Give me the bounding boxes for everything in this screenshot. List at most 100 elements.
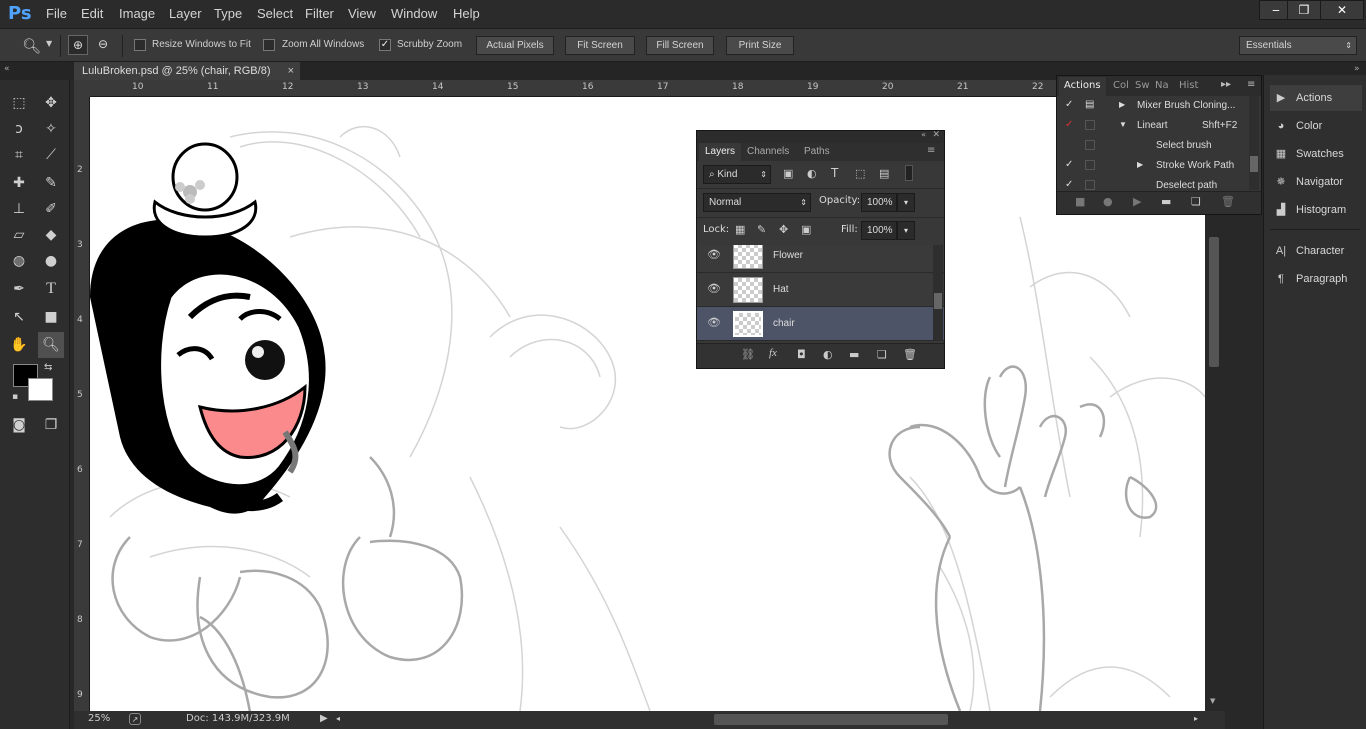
tab-color[interactable]: Col <box>1113 80 1129 91</box>
tab-paths[interactable]: Paths <box>804 146 830 157</box>
collapse-panel-icon[interactable]: « <box>921 130 926 139</box>
zoom-level[interactable]: 25% <box>88 713 110 724</box>
history-brush-tool-icon[interactable]: ✐ <box>38 196 64 222</box>
fill-screen-button[interactable]: Fill Screen <box>646 36 714 55</box>
visibility-eye-icon[interactable]: 👁︎ <box>707 282 721 295</box>
scroll-down-icon[interactable]: ▼ <box>1210 697 1215 705</box>
visibility-eye-icon[interactable]: 👁︎ <box>707 316 721 329</box>
collapse-dock-icon[interactable]: » <box>1354 64 1360 74</box>
toggle-check-icon[interactable]: ✓ <box>1065 99 1073 110</box>
menu-filter[interactable]: Filter <box>305 6 334 21</box>
new-layer-icon[interactable]: ❏ <box>877 348 887 361</box>
crop-tool-icon[interactable]: ⌗ <box>6 142 32 168</box>
dialog-toggle-icon[interactable] <box>1085 180 1095 190</box>
brush-tool-icon[interactable]: ✎ <box>38 170 64 196</box>
actual-pixels-button[interactable]: Actual Pixels <box>476 36 554 55</box>
shape-filter-icon[interactable]: ⬚ <box>855 167 865 180</box>
stop-icon[interactable]: ■ <box>1075 195 1085 208</box>
action-row[interactable]: ✓ ▤ ▶ Mixer Brush Cloning... <box>1057 96 1261 116</box>
actions-scroll-thumb[interactable] <box>1250 156 1258 172</box>
rectangle-tool-icon[interactable]: ■ <box>38 304 64 330</box>
lock-position-icon[interactable]: ✥ <box>779 223 788 236</box>
close-document-icon[interactable]: × <box>288 62 294 80</box>
action-row[interactable]: ✓ ▶ Stroke Work Path <box>1057 156 1261 176</box>
document-tab[interactable]: LuluBroken.psd @ 25% (chair, RGB/8) × <box>74 62 300 80</box>
expand-triangle-icon[interactable]: ▶ <box>1137 160 1143 169</box>
dock-color[interactable]: ◕ Color <box>1270 113 1362 139</box>
type-tool-icon[interactable]: T <box>38 276 64 302</box>
lock-pixels-icon[interactable]: ✎ <box>757 223 766 236</box>
new-action-icon[interactable]: ❏ <box>1191 195 1201 208</box>
more-tabs-icon[interactable]: ▸▸ <box>1221 79 1231 90</box>
tab-swatches[interactable]: Sw <box>1135 80 1150 91</box>
new-set-icon[interactable]: ▬ <box>1161 195 1171 208</box>
dock-character[interactable]: A| Character <box>1270 238 1362 264</box>
type-filter-icon[interactable]: T <box>831 166 838 180</box>
dialog-toggle-icon[interactable] <box>1085 160 1095 170</box>
restore-button[interactable]: ❐ <box>1287 0 1321 20</box>
screen-mode-icon[interactable]: ❐ <box>38 412 64 438</box>
layers-scrollbar[interactable] <box>933 245 943 341</box>
kind-filter-select[interactable]: ⌕ Kind ⇕ <box>703 165 771 184</box>
fit-screen-button[interactable]: Fit Screen <box>565 36 635 55</box>
menu-type[interactable]: Type <box>214 6 242 21</box>
menu-edit[interactable]: Edit <box>81 6 103 21</box>
vertical-scroll-thumb[interactable] <box>1209 237 1219 367</box>
default-colors-icon[interactable]: ▪ <box>12 392 18 402</box>
scrubby-zoom-checkbox[interactable]: ✓ <box>379 39 391 51</box>
menu-image[interactable]: Image <box>119 6 155 21</box>
tab-actions[interactable]: Actions <box>1059 77 1106 96</box>
move-tool-icon[interactable]: ✥ <box>38 90 64 116</box>
tab-channels[interactable]: Channels <box>747 146 789 157</box>
smart-object-filter-icon[interactable]: ▤ <box>879 167 889 180</box>
new-group-icon[interactable]: ▬ <box>849 348 859 361</box>
lock-transparency-icon[interactable]: ▦ <box>735 223 745 236</box>
close-window-button[interactable]: ✕ <box>1320 0 1364 20</box>
dock-navigator[interactable]: ✵ Navigator <box>1270 169 1362 195</box>
expand-triangle-icon[interactable]: ▶ <box>1119 100 1125 109</box>
layers-scroll-thumb[interactable] <box>934 293 942 309</box>
layer-row[interactable]: 👁︎ Hat <box>697 273 944 307</box>
eyedropper-tool-icon[interactable]: ⟋ <box>38 142 64 168</box>
tool-preset-chevron-icon[interactable]: ▼ <box>46 39 52 48</box>
workspace-select[interactable]: Essentials ⇕ <box>1239 36 1357 55</box>
tab-layers[interactable]: Layers <box>699 143 742 161</box>
dock-swatches[interactable]: ▦ Swatches <box>1270 141 1362 167</box>
play-icon[interactable]: ▶ <box>1133 195 1141 208</box>
opacity-dropdown-icon[interactable]: ▾ <box>897 193 915 212</box>
fill-dropdown-icon[interactable]: ▾ <box>897 221 915 240</box>
menu-select[interactable]: Select <box>257 6 293 21</box>
menu-layer[interactable]: Layer <box>169 6 202 21</box>
action-row[interactable]: Select brush <box>1057 136 1261 156</box>
healing-brush-tool-icon[interactable]: ✚ <box>6 170 32 196</box>
collapse-toolbar-icon[interactable]: « <box>4 64 10 74</box>
actions-panel-menu-icon[interactable]: ≡ <box>1247 79 1255 90</box>
adjustment-filter-icon[interactable]: ◐ <box>807 167 817 180</box>
layer-row-selected[interactable]: 👁︎ chair <box>697 307 944 341</box>
horizontal-scroll-thumb[interactable] <box>714 714 948 725</box>
zoom-all-windows-checkbox[interactable] <box>263 39 275 51</box>
pen-tool-icon[interactable]: ✒ <box>6 276 32 302</box>
menu-window[interactable]: Window <box>391 6 437 21</box>
background-color-swatch[interactable] <box>28 378 53 401</box>
opacity-input[interactable]: 100% <box>861 193 897 212</box>
blend-mode-select[interactable]: Normal ⇕ <box>703 193 811 212</box>
lasso-tool-icon[interactable]: ↄ <box>6 116 32 142</box>
lock-all-icon[interactable]: ▣ <box>801 223 811 236</box>
panel-menu-icon[interactable]: ≡ <box>927 145 935 156</box>
path-selection-tool-icon[interactable]: ↖ <box>6 304 32 330</box>
swap-colors-icon[interactable]: ⇆ <box>44 362 52 373</box>
layers-panel-titlebar[interactable]: « ✕ <box>697 130 944 143</box>
record-icon[interactable]: ● <box>1103 195 1113 208</box>
menu-view[interactable]: View <box>348 6 376 21</box>
marquee-tool-icon[interactable]: ⬚ <box>6 90 32 116</box>
status-menu-icon[interactable]: ▶ <box>320 713 328 724</box>
menu-file[interactable]: File <box>46 6 67 21</box>
quick-mask-icon[interactable]: ◙ <box>6 412 32 438</box>
tab-navigator[interactable]: Na <box>1155 80 1169 91</box>
dock-paragraph[interactable]: ¶ Paragraph <box>1270 266 1362 292</box>
scroll-right-icon[interactable]: ▸ <box>1194 714 1198 723</box>
delete-action-icon[interactable]: 🗑︎ <box>1221 195 1235 208</box>
blur-tool-icon[interactable]: ◍ <box>6 248 32 274</box>
fill-input[interactable]: 100% <box>861 221 897 240</box>
